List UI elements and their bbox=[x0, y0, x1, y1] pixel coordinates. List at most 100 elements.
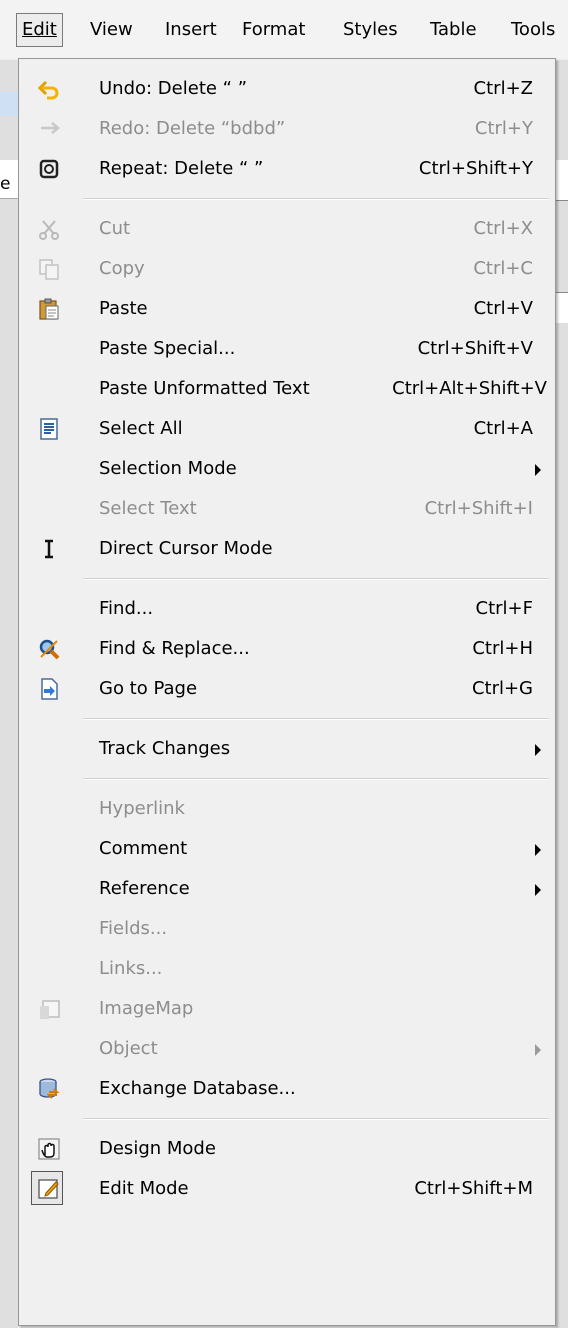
menu-item-paste-special[interactable]: Paste Special... Ctrl+Shift+V bbox=[19, 329, 555, 369]
menu-item-imagemap[interactable]: ImageMap bbox=[19, 989, 555, 1029]
menu-item-label: Reference bbox=[99, 878, 190, 899]
menu-item-shortcut: Ctrl+A bbox=[473, 418, 533, 439]
menu-separator bbox=[83, 1118, 549, 1120]
menu-bar: Edit View Insert Format Styles Table Too… bbox=[0, 0, 568, 58]
menu-item-redo[interactable]: Redo: Delete “bdbd” Ctrl+Y bbox=[19, 109, 555, 149]
menu-item-find[interactable]: Find... Ctrl+F bbox=[19, 589, 555, 629]
menu-item-shortcut: Ctrl+X bbox=[473, 218, 533, 239]
menu-item-find-replace[interactable]: Find & Replace... Ctrl+H bbox=[19, 629, 555, 669]
menu-item-label: Cut bbox=[99, 218, 131, 239]
design-mode-icon bbox=[37, 1137, 61, 1161]
menu-item-object[interactable]: Object bbox=[19, 1029, 555, 1069]
menu-item-label: Find... bbox=[99, 598, 154, 619]
menu-item-label: Select Text bbox=[99, 498, 197, 519]
menu-item-label: Links... bbox=[99, 958, 163, 979]
submenu-arrow-icon bbox=[535, 884, 541, 896]
menu-item-label: Redo: Delete “bdbd” bbox=[99, 118, 286, 139]
menu-view-label: View bbox=[90, 19, 133, 40]
menu-item-shortcut: Ctrl+V bbox=[473, 298, 533, 319]
menu-item-links[interactable]: Links... bbox=[19, 949, 555, 989]
edit-menu-dropdown: Undo: Delete “ ” Ctrl+Z Redo: Delete “bd… bbox=[18, 58, 556, 1326]
menu-separator bbox=[83, 198, 549, 200]
menu-item-hyperlink[interactable]: Hyperlink bbox=[19, 789, 555, 829]
menu-edit-label: Edit bbox=[22, 19, 57, 40]
menu-styles-label: Styles bbox=[343, 19, 398, 40]
document-text-fragment: e bbox=[0, 174, 11, 194]
menu-item-shortcut: Ctrl+Alt+Shift+V bbox=[392, 378, 547, 399]
document-edge-right bbox=[556, 60, 568, 1328]
menu-item-label: Fields... bbox=[99, 918, 168, 939]
redo-icon bbox=[37, 117, 61, 141]
edit-mode-icon bbox=[37, 1177, 61, 1201]
menu-separator bbox=[83, 778, 549, 780]
menu-item-cut[interactable]: Cut Ctrl+X bbox=[19, 209, 555, 249]
menu-item-design-mode[interactable]: Design Mode bbox=[19, 1129, 555, 1169]
menu-item-label: Go to Page bbox=[99, 678, 198, 699]
menu-item-label: Copy bbox=[99, 258, 145, 279]
menu-item-repeat[interactable]: Repeat: Delete “ ” Ctrl+Shift+Y bbox=[19, 149, 555, 189]
menu-item-direct-cursor-mode[interactable]: Direct Cursor Mode bbox=[19, 529, 555, 569]
imagemap-icon bbox=[37, 997, 61, 1021]
undo-icon bbox=[37, 77, 61, 101]
menu-item-label: Design Mode bbox=[99, 1138, 216, 1159]
menu-item-copy[interactable]: Copy Ctrl+C bbox=[19, 249, 555, 289]
menu-item-shortcut: Ctrl+Z bbox=[473, 78, 533, 99]
menu-item-paste-unformatted[interactable]: Paste Unformatted Text Ctrl+Alt+Shift+V bbox=[19, 369, 555, 409]
toolbar-fragment bbox=[0, 92, 18, 116]
copy-icon bbox=[37, 257, 61, 281]
menu-insert[interactable]: Insert bbox=[159, 13, 223, 47]
menu-item-fields[interactable]: Fields... bbox=[19, 909, 555, 949]
menu-item-reference[interactable]: Reference bbox=[19, 869, 555, 909]
go-to-page-icon bbox=[37, 677, 61, 701]
database-icon bbox=[37, 1077, 61, 1101]
menu-tools-label: Tools bbox=[511, 19, 556, 40]
menu-item-label: Hyperlink bbox=[99, 798, 185, 819]
menu-item-label: Repeat: Delete “ ” bbox=[99, 158, 264, 179]
menu-item-track-changes[interactable]: Track Changes bbox=[19, 729, 555, 769]
menu-item-select-all[interactable]: Select All Ctrl+A bbox=[19, 409, 555, 449]
menu-separator bbox=[83, 578, 549, 580]
find-replace-icon bbox=[37, 637, 61, 661]
menu-item-label: ImageMap bbox=[99, 998, 194, 1019]
menu-item-paste[interactable]: Paste Ctrl+V bbox=[19, 289, 555, 329]
document-fragment-right bbox=[556, 292, 568, 323]
menu-edit[interactable]: Edit bbox=[16, 13, 63, 47]
menu-item-label: Comment bbox=[99, 838, 188, 859]
menu-item-shortcut: Ctrl+Shift+M bbox=[414, 1178, 533, 1199]
menu-styles[interactable]: Styles bbox=[337, 13, 404, 47]
menu-item-label: Paste Special... bbox=[99, 338, 236, 359]
text-cursor-icon bbox=[37, 537, 61, 561]
menu-view[interactable]: View bbox=[84, 13, 139, 47]
menu-table[interactable]: Table bbox=[424, 13, 483, 47]
menu-item-label: Undo: Delete “ ” bbox=[99, 78, 248, 99]
repeat-icon bbox=[37, 157, 61, 181]
menu-format[interactable]: Format bbox=[236, 13, 311, 47]
menu-item-shortcut: Ctrl+F bbox=[475, 598, 533, 619]
menu-separator bbox=[83, 718, 549, 720]
menu-format-label: Format bbox=[242, 19, 306, 40]
menu-item-exchange-database[interactable]: Exchange Database... bbox=[19, 1069, 555, 1109]
menu-item-comment[interactable]: Comment bbox=[19, 829, 555, 869]
menu-item-shortcut: Ctrl+Shift+I bbox=[424, 498, 533, 519]
menu-tools[interactable]: Tools bbox=[505, 13, 561, 47]
menu-item-shortcut: Ctrl+H bbox=[472, 638, 533, 659]
menu-item-label: Selection Mode bbox=[99, 458, 237, 479]
document-edge-left bbox=[0, 60, 18, 1328]
menu-item-edit-mode[interactable]: Edit Mode Ctrl+Shift+M bbox=[19, 1169, 555, 1209]
menu-insert-label: Insert bbox=[165, 19, 217, 40]
menu-item-label: Select All bbox=[99, 418, 183, 439]
menu-item-label: Find & Replace... bbox=[99, 638, 250, 659]
menu-item-shortcut: Ctrl+Shift+V bbox=[417, 338, 533, 359]
submenu-arrow-icon bbox=[535, 1044, 541, 1056]
menu-item-shortcut: Ctrl+Y bbox=[474, 118, 533, 139]
menu-item-select-text[interactable]: Select Text Ctrl+Shift+I bbox=[19, 489, 555, 529]
menu-item-label: Direct Cursor Mode bbox=[99, 538, 273, 559]
menu-item-label: Object bbox=[99, 1038, 158, 1059]
submenu-arrow-icon bbox=[535, 844, 541, 856]
menu-item-label: Edit Mode bbox=[99, 1178, 189, 1199]
menu-item-selection-mode[interactable]: Selection Mode bbox=[19, 449, 555, 489]
menu-item-go-to-page[interactable]: Go to Page Ctrl+G bbox=[19, 669, 555, 709]
menu-table-label: Table bbox=[430, 19, 477, 40]
menu-item-undo[interactable]: Undo: Delete “ ” Ctrl+Z bbox=[19, 69, 555, 109]
menu-item-label: Paste bbox=[99, 298, 148, 319]
